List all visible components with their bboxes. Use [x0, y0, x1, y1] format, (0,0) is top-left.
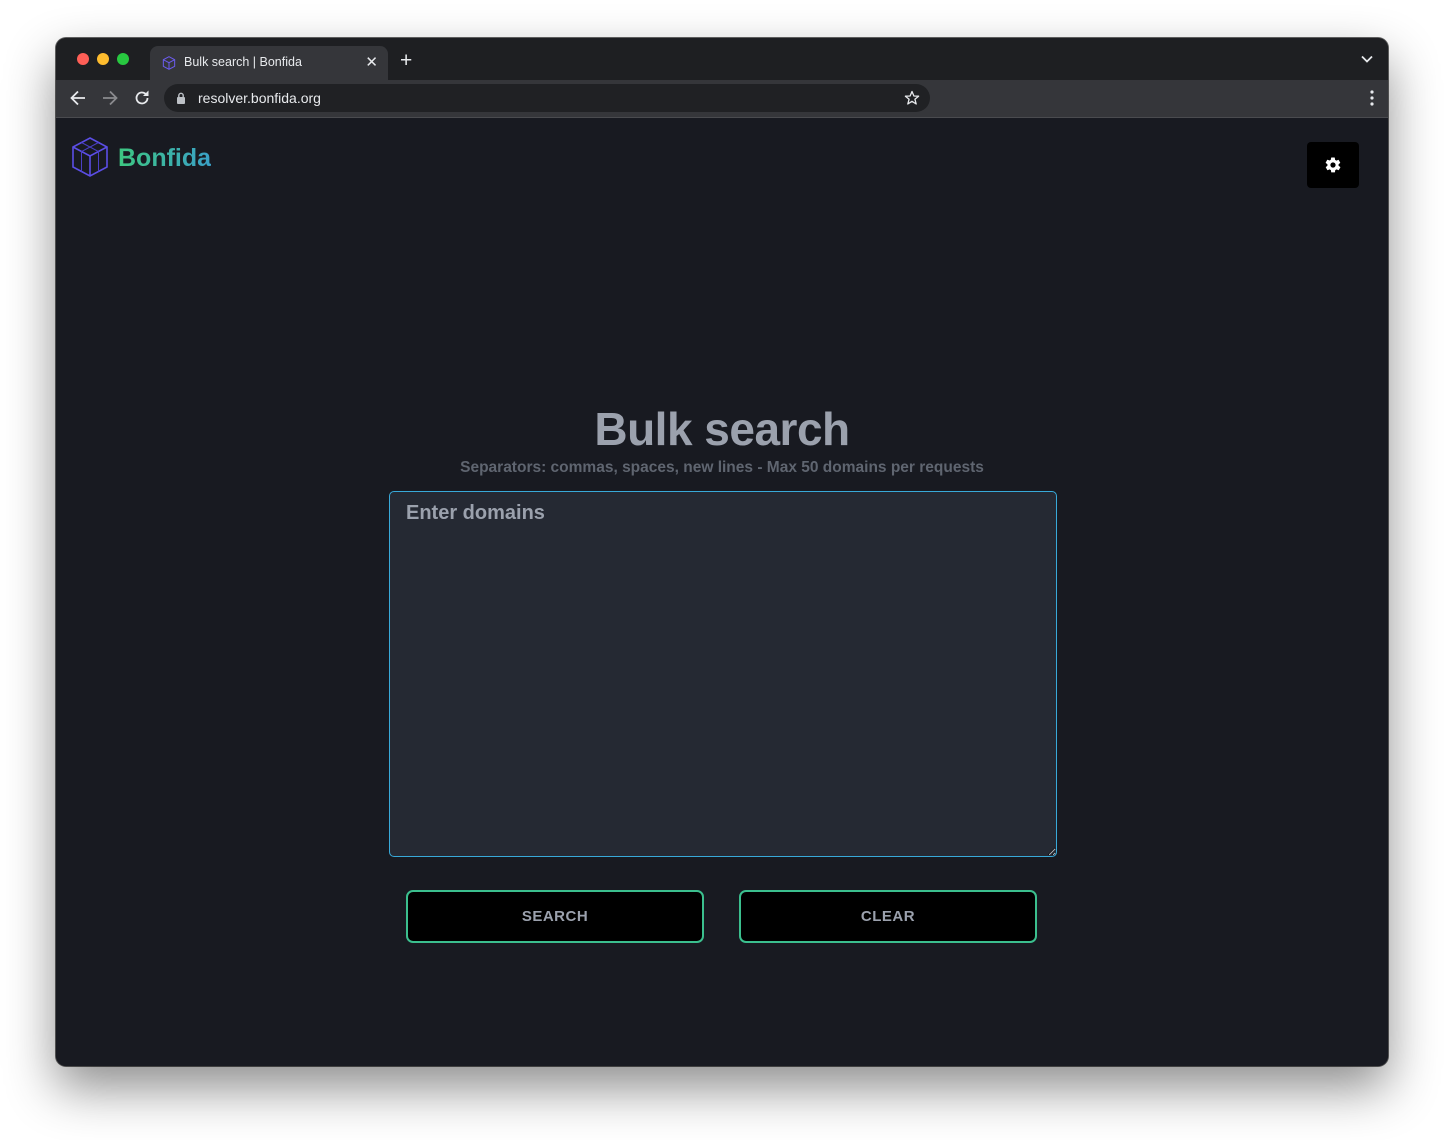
- reload-icon[interactable]: [132, 88, 152, 108]
- browser-toolbar: resolver.bonfida.org: [56, 80, 1388, 118]
- clear-button[interactable]: CLEAR: [739, 890, 1037, 943]
- back-arrow-icon[interactable]: [68, 88, 88, 108]
- page-title: Bulk search: [594, 403, 850, 455]
- brand-name[interactable]: Bonfida: [118, 144, 211, 173]
- minimize-window-button[interactable]: [97, 53, 109, 65]
- page-content: Bonfida Bulk search Separators: commas, …: [56, 118, 1388, 1066]
- tab-title: Bulk search | Bonfida: [184, 55, 302, 69]
- tab-close-icon[interactable]: ✕: [365, 55, 378, 71]
- tab-search-chevron-icon[interactable]: [1360, 52, 1374, 66]
- search-button[interactable]: SEARCH: [406, 890, 704, 943]
- browser-window: Bulk search | Bonfida ✕ + resolver.bonfi…: [56, 38, 1388, 1066]
- settings-button[interactable]: [1307, 142, 1359, 188]
- bonfida-logo-icon[interactable]: [70, 136, 110, 178]
- browser-menu-icon[interactable]: [1370, 90, 1374, 106]
- forward-arrow-icon[interactable]: [100, 88, 120, 108]
- tab-bulk-search[interactable]: Bulk search | Bonfida ✕: [150, 46, 388, 80]
- maximize-window-button[interactable]: [117, 53, 129, 65]
- gear-icon: [1325, 157, 1341, 173]
- lock-icon: [177, 92, 185, 104]
- separators-hint: Separators: commas, spaces, new lines - …: [460, 459, 984, 476]
- address-bar[interactable]: resolver.bonfida.org: [164, 84, 930, 112]
- bookmark-star-icon[interactable]: [904, 90, 920, 106]
- close-window-button[interactable]: [77, 53, 89, 65]
- url-text: resolver.bonfida.org: [198, 90, 321, 106]
- new-tab-button[interactable]: +: [400, 50, 412, 72]
- bonfida-favicon-icon: [162, 56, 176, 70]
- domains-input[interactable]: [389, 491, 1057, 857]
- tab-strip: Bulk search | Bonfida ✕ +: [56, 38, 1388, 80]
